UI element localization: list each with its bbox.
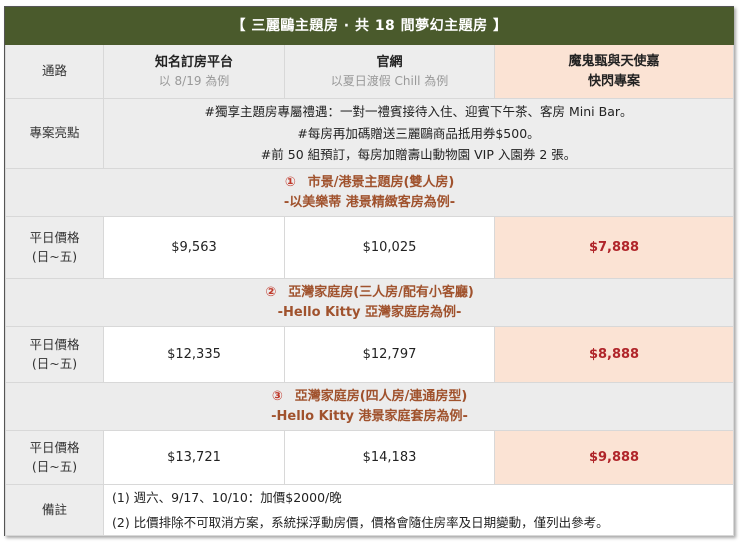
room-section-header: ③ 亞灣家庭房(四人房/連通房型) -Hello Kitty 港景家庭套房為例- — [4, 382, 735, 431]
room-type-name: ③ 亞灣家庭房(四人房/連通房型) — [271, 389, 468, 404]
room-number: ③ — [271, 389, 283, 404]
weekday-price-label: 平日價格 (日~五) — [5, 216, 104, 279]
features-label: 專案亮點 — [5, 98, 104, 169]
price-flash-project: $8,888 — [493, 326, 735, 383]
room-type-name: ② 亞灣家庭房(三人房/配有小客廳) — [265, 285, 474, 300]
notes-label: 備註 — [5, 484, 104, 536]
flash-project-title: 魔鬼甄與天使嘉 — [568, 54, 660, 69]
room-number: ① — [284, 175, 296, 190]
price-flash-project: $7,888 — [493, 216, 735, 279]
booking-platform-sub: 以 8/19 為例 — [158, 74, 230, 89]
table-title: 【 三麗鷗主題房 · 共 18 間夢幻主題房 】 — [4, 7, 735, 45]
notes-cell: (1) 週六、9/17、10/10：加價$2000/晚 (2) 比價排除不可取消… — [102, 484, 735, 536]
price-official-site: $12,797 — [284, 326, 495, 383]
feature-line: #獨享主題房專屬禮遇：一對一禮賓接待入住、迎賓下午茶、客房 Mini Bar。 — [204, 103, 633, 119]
channel-flash-project: 魔鬼甄與天使嘉 快閃專案 — [493, 44, 735, 99]
feature-line: #每房再加碼贈送三麗鷗商品抵用券$500。 — [297, 125, 540, 141]
features-cell: #獨享主題房專屬禮遇：一對一禮賓接待入住、迎賓下午茶、客房 Mini Bar。 … — [102, 98, 735, 169]
weekday-price-label: 平日價格 (日~五) — [5, 326, 104, 383]
note-line: (1) 週六、9/17、10/10：加價$2000/晚 — [112, 490, 342, 505]
official-site-title: 官網 — [376, 54, 403, 70]
flash-project-sub: 快閃專案 — [588, 73, 641, 89]
feature-line: #前 50 組預訂，每房加贈壽山動物園 VIP 入園券 2 張。 — [260, 147, 577, 163]
channel-booking-platform: 知名訂房平台 以 8/19 為例 — [103, 44, 285, 99]
channel-label: 通路 — [5, 44, 104, 99]
channel-official-site: 官網 以夏日渡假 Chill 為例 — [284, 44, 495, 99]
room-example: -Hello Kitty 亞灣家庭房為例- — [277, 304, 462, 320]
official-site-sub: 以夏日渡假 Chill 為例 — [330, 74, 449, 89]
room-section-header: ① 市景/港景主題房(雙人房) -以美樂蒂 港景精緻客房為例- — [4, 168, 735, 217]
price-comparison-table: 【 三麗鷗主題房 · 共 18 間夢幻主題房 】 通路 知名訂房平台 以 8/1… — [4, 6, 735, 536]
price-flash-project: $9,888 — [493, 430, 735, 485]
booking-platform-title: 知名訂房平台 — [154, 54, 233, 70]
weekday-price-label: 平日價格 (日~五) — [5, 430, 104, 485]
price-booking-platform: $9,563 — [103, 216, 285, 279]
note-line: (2) 比價排除不可取消方案，系統採浮動房價，價格會隨住房率及日期變動，僅列出參… — [112, 515, 609, 530]
room-example: -Hello Kitty 港景家庭套房為例- — [271, 408, 468, 424]
room-section-header: ② 亞灣家庭房(三人房/配有小客廳) -Hello Kitty 亞灣家庭房為例- — [4, 278, 735, 327]
price-official-site: $10,025 — [284, 216, 495, 279]
price-booking-platform: $12,335 — [103, 326, 285, 383]
room-type-name: ① 市景/港景主題房(雙人房) — [284, 175, 455, 190]
price-booking-platform: $13,721 — [103, 430, 285, 485]
price-official-site: $14,183 — [284, 430, 495, 485]
room-number: ② — [265, 285, 277, 300]
room-example: -以美樂蒂 港景精緻客房為例- — [283, 194, 456, 210]
